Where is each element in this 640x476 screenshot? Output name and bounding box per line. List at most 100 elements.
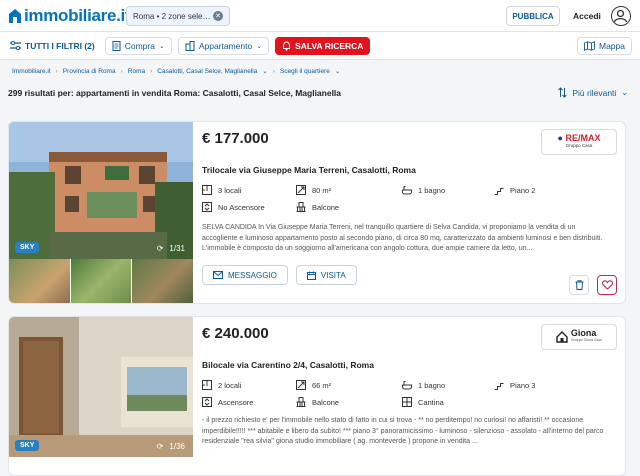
- listing-info: € 240.000 Giona Gruppo Giona Case Biloca…: [193, 317, 625, 475]
- photo-thumbnails: [9, 259, 194, 303]
- heart-icon: [601, 280, 613, 290]
- elevator-feature: Ascensore: [202, 397, 296, 407]
- message-button[interactable]: MESSAGGIO: [202, 265, 288, 285]
- balcony-feature: Balcone: [296, 397, 402, 407]
- photo-counter: ⟳ 1/31: [157, 244, 185, 253]
- chevron-down-icon[interactable]: ⌄: [262, 67, 267, 75]
- agency-logo[interactable]: Giona Gruppo Giona Case: [541, 324, 617, 350]
- listing-title[interactable]: Trilocale via Giuseppe Maria Terreni, Ca…: [202, 165, 617, 175]
- listing-card[interactable]: SKY ⟳ 1/36 € 240.000 Giona Gruppo Giona …: [8, 316, 626, 476]
- sort-select[interactable]: Più rilevanti ⌄: [558, 87, 628, 98]
- breadcrumb-separator: ›: [272, 67, 275, 75]
- area-feature: 66 m²: [296, 380, 402, 390]
- photo-count: 1/36: [169, 442, 185, 451]
- agency-subtitle: Gruppo Giona Case: [570, 338, 603, 342]
- favorite-button[interactable]: [597, 275, 617, 295]
- elevator-icon: [202, 397, 212, 407]
- clear-icon[interactable]: ✕: [213, 11, 223, 21]
- chevron-down-icon: ⌄: [158, 42, 165, 50]
- listing-photo-gallery[interactable]: SKY ⟳ 1/36: [9, 317, 193, 475]
- results-header: 299 risultati per: appartamenti in vendi…: [0, 82, 640, 104]
- sky-badge: SKY: [15, 440, 40, 451]
- agency-subtitle: Gruppo Casa: [565, 143, 593, 148]
- listing-title[interactable]: Bilocale via Carentino 2/4, Casalotti, R…: [202, 360, 617, 370]
- bathtub-icon: [402, 381, 412, 390]
- sliders-icon: [10, 41, 21, 50]
- message-label: MESSAGGIO: [228, 270, 277, 280]
- rooms-feature: 2 locali: [202, 380, 296, 390]
- logo-text: immobiliare.it: [24, 5, 131, 25]
- listing-actions: MESSAGGIO VISITA: [202, 265, 617, 285]
- chevron-down-icon[interactable]: ⌄: [335, 67, 340, 75]
- listing-photo-gallery[interactable]: SKY ⟳ 1/31: [9, 122, 194, 303]
- results-summary: 299 risultati per: appartamenti in vendi…: [8, 88, 342, 98]
- listing-features: 3 locali 80 m² 1 bagno Piano 2 No Ascens…: [202, 185, 617, 212]
- document-icon: [112, 40, 121, 51]
- chevron-down-icon: ⌄: [621, 88, 628, 97]
- agency-name: Giona: [570, 328, 597, 338]
- breadcrumb: Immobiliare.it › Provincia di Roma › Roma ›…: [0, 60, 640, 82]
- balcony-icon: [296, 397, 306, 407]
- breadcrumb-item[interactable]: Provincia di Roma: [63, 68, 116, 75]
- listing-card[interactable]: SKY ⟳ 1/31 € 177.000 ● RE/MAX Gruppo Cas…: [8, 121, 626, 304]
- area-icon: [296, 185, 306, 195]
- agency-logo[interactable]: ● RE/MAX Gruppo Casa: [541, 129, 617, 155]
- 360-view-icon[interactable]: ⟳: [157, 244, 164, 253]
- user-avatar-icon[interactable]: [611, 6, 631, 26]
- breadcrumb-item[interactable]: Immobiliare.it: [12, 68, 51, 75]
- breadcrumb-item[interactable]: Scegli il quartiere: [280, 68, 330, 75]
- area-icon: [296, 380, 306, 390]
- listing-main-photo[interactable]: SKY ⟳ 1/36: [9, 317, 193, 457]
- house-logo-icon: [9, 8, 21, 23]
- sort-icon: [558, 87, 568, 98]
- publish-button[interactable]: PUBBLICA: [506, 6, 560, 26]
- hide-listing-button[interactable]: [569, 275, 589, 295]
- bathrooms-feature: 1 bagno: [402, 380, 494, 390]
- contract-label: Compra: [124, 40, 155, 51]
- property-type-label: Appartamento: [198, 40, 253, 51]
- all-filters-button[interactable]: TUTTI I FILTRI (2): [8, 36, 97, 55]
- visit-label: VISITA: [320, 270, 346, 280]
- 360-view-icon[interactable]: ⟳: [157, 442, 164, 451]
- property-type-select[interactable]: Appartamento ⌄: [177, 36, 270, 55]
- elevator-value: Ascensore: [218, 397, 254, 407]
- sort-label: Più rilevanti: [572, 87, 617, 98]
- map-icon: [584, 41, 595, 51]
- floor-value: Piano 3: [510, 380, 536, 390]
- listing-description: - il prezzo richiesto e' per l'immobile …: [202, 417, 604, 445]
- listing-main-photo[interactable]: SKY ⟳ 1/31: [9, 122, 193, 259]
- balloon-icon: ●: [557, 133, 563, 143]
- listing-info: € 177.000 ● RE/MAX Gruppo Casa Trilocale…: [193, 122, 625, 303]
- contract-select[interactable]: Compra ⌄: [104, 36, 172, 55]
- visit-button[interactable]: VISITA: [295, 265, 357, 285]
- elevator-icon: [202, 202, 212, 212]
- save-search-button[interactable]: SALVA RICERCA: [275, 36, 371, 55]
- giona-logo-icon: [556, 331, 568, 343]
- all-filters-label: TUTTI I FILTRI (2): [25, 40, 95, 51]
- bathrooms-value: 1 bagno: [418, 185, 446, 195]
- breadcrumb-separator: ›: [120, 67, 123, 75]
- bathrooms-feature: 1 bagno: [402, 185, 494, 195]
- map-button[interactable]: Mappa: [577, 37, 632, 55]
- area-value: 66 m²: [312, 380, 332, 390]
- location-search-chip[interactable]: Roma • 2 zone sele… ✕: [126, 6, 230, 26]
- site-logo[interactable]: immobiliare.it: [8, 5, 131, 26]
- breadcrumb-item[interactable]: Roma: [128, 68, 145, 75]
- building-icon: [185, 40, 195, 51]
- save-search-label: SALVA RICERCA: [295, 40, 364, 51]
- interior-photo: [9, 317, 193, 457]
- cellar-icon: [402, 397, 412, 407]
- floor-feature: Piano 2: [494, 185, 584, 195]
- thumbnail-photo[interactable]: [9, 259, 70, 303]
- photo-counter: ⟳ 1/36: [157, 442, 185, 451]
- thumbnail-photo[interactable]: [70, 259, 132, 303]
- login-link[interactable]: Accedi: [573, 11, 601, 21]
- floor-feature: Piano 3: [494, 380, 584, 390]
- bell-icon: [283, 40, 291, 51]
- thumbnail-photo[interactable]: [132, 259, 194, 303]
- breadcrumb-item[interactable]: Casalotti, Casal Selce, Maglianella: [157, 68, 257, 75]
- search-chip-label: Roma • 2 zone sele…: [133, 11, 211, 21]
- filter-bar: TUTTI I FILTRI (2) Compra ⌄ Appartamento…: [0, 32, 640, 60]
- breadcrumb-separator: ›: [150, 67, 153, 75]
- bathtub-icon: [402, 186, 412, 195]
